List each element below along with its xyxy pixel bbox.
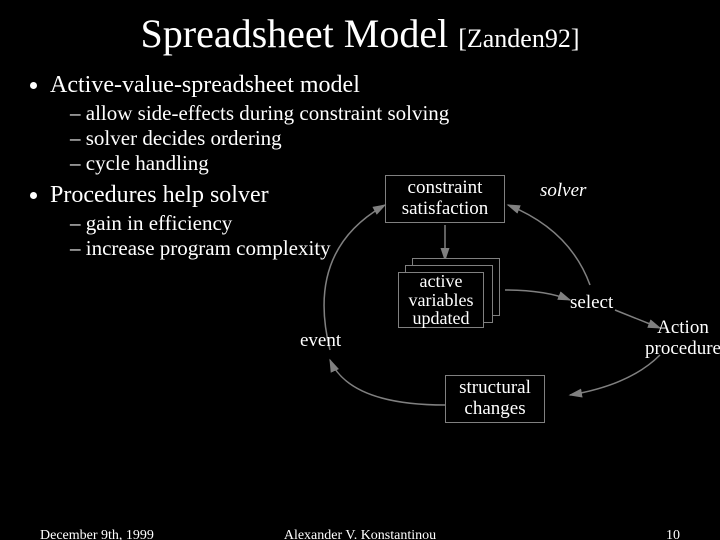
label-action-l1: Action [657, 317, 709, 338]
bullet-1: Active-value-spreadsheet model allow sid… [50, 72, 449, 176]
box-active-variables-stack: active variables updated [398, 258, 506, 328]
box-active-l1: active [420, 272, 463, 291]
box-structural-changes: structural changes [445, 375, 545, 423]
slide: Spreadsheet Model [Zanden92] Active-valu… [0, 0, 720, 540]
bullet-1-1: allow side-effects during constraint sol… [70, 101, 449, 126]
sublist-1: allow side-effects during constraint sol… [50, 101, 449, 176]
label-action-procedure: Action procedure [645, 318, 720, 360]
label-select: select [570, 292, 613, 314]
box-active-l2: variables [409, 291, 474, 310]
label-solver: solver [540, 180, 586, 202]
box-active-l3: updated [413, 309, 470, 328]
footer-page: 10 [666, 528, 680, 540]
bullet-2-text: Procedures help solver [50, 182, 269, 208]
diagram: constraint satisfaction active variables… [290, 170, 720, 470]
bullet-1-2: solver decides ordering [70, 126, 449, 151]
label-event: event [300, 330, 341, 352]
box-constraint-text: constraint satisfaction [390, 178, 500, 220]
title-text: Spreadsheet Model [141, 11, 449, 56]
citation: [Zanden92] [458, 24, 579, 53]
slide-title: Spreadsheet Model [Zanden92] [0, 10, 720, 57]
label-action-l2: procedure [645, 338, 720, 359]
box-constraint-satisfaction: constraint satisfaction [385, 175, 505, 223]
box-structural-text: structural changes [450, 378, 540, 420]
bullet-1-text: Active-value-spreadsheet model [50, 72, 360, 98]
footer-author: Alexander V. Konstantinou [0, 528, 720, 540]
